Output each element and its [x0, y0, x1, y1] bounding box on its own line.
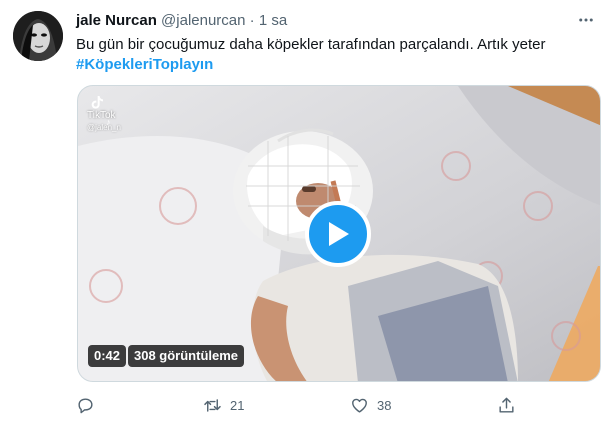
share-button[interactable]	[497, 393, 516, 417]
tweet-timestamp[interactable]: 1 sa	[259, 12, 287, 29]
play-button[interactable]	[305, 201, 371, 267]
hashtag-link[interactable]: #KöpekleriToplayın	[76, 55, 596, 75]
tiktok-watermark: TikTok @jalen_n	[87, 94, 121, 134]
separator-dot: ·	[249, 12, 255, 29]
views-badge: 308 görüntüleme	[128, 345, 245, 367]
more-options-button[interactable]	[574, 8, 598, 32]
retweet-button[interactable]: 21	[203, 393, 244, 417]
tweet-card[interactable]: jale Nurcan @jalenurcan · 1 sa Bu gün bi…	[0, 0, 614, 421]
tweet-body: Bu gün bir çocuğumuz daha köpekler taraf…	[76, 36, 546, 53]
avatar[interactable]	[13, 11, 63, 61]
like-count: 38	[377, 397, 392, 413]
retweet-count: 21	[230, 397, 245, 413]
watermark-user: @jalen_n	[87, 123, 121, 132]
tiktok-logo-icon	[91, 96, 103, 109]
author-handle[interactable]: @jalenurcan	[161, 12, 245, 29]
retweet-icon	[204, 398, 221, 412]
tweet-actions: 21 38	[70, 393, 540, 417]
watermark-brand: TikTok	[87, 110, 116, 121]
more-icon	[579, 18, 593, 22]
duration-badge: 0:42	[88, 345, 127, 367]
share-icon	[499, 397, 514, 413]
tweet-text: Bu gün bir çocuğumuz daha köpekler taraf…	[76, 35, 596, 75]
reply-icon	[78, 397, 93, 413]
play-icon	[329, 222, 349, 246]
tweet-header: jale Nurcan @jalenurcan · 1 sa	[76, 11, 594, 31]
reply-button[interactable]	[76, 393, 103, 417]
author-name[interactable]: jale Nurcan	[76, 12, 157, 29]
like-button[interactable]: 38	[350, 393, 391, 417]
heart-icon	[352, 398, 367, 413]
avatar-image	[13, 11, 63, 61]
